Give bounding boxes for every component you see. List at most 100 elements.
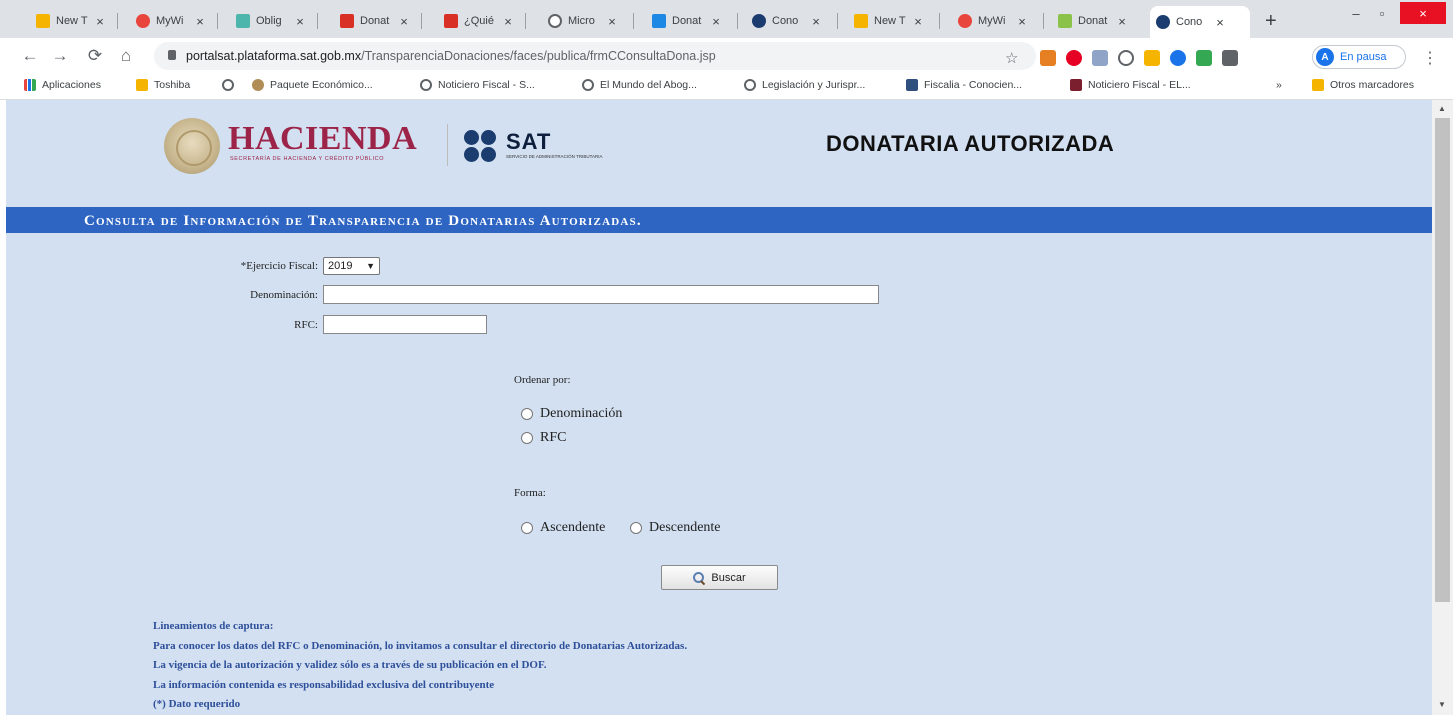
url-text[interactable]: portalsat.plataforma.sat.gob.mx/Transpar… [186, 49, 716, 63]
radio-button[interactable] [630, 522, 642, 534]
browser-tab-strip: New T × MyWi × Oblig × Donat × ¿Quié × M… [0, 0, 1453, 38]
page-title: DONATARIA AUTORIZADA [826, 131, 1115, 156]
extension-icon[interactable] [1092, 50, 1108, 66]
profile-status: En pausa [1340, 51, 1387, 63]
close-tab-icon[interactable]: × [710, 14, 722, 29]
browser-tab[interactable]: ¿Quié × [438, 8, 526, 34]
close-tab-icon[interactable]: × [1016, 14, 1028, 29]
scroll-up-arrow-icon[interactable]: ▲ [1438, 104, 1446, 113]
tab-label: Donat [672, 15, 702, 27]
mail-favicon-icon [340, 14, 354, 28]
ejercicio-fiscal-label: *Ejercicio Fiscal: [240, 260, 318, 272]
bookmark-item[interactable]: El Mundo del Abog... [582, 79, 697, 91]
close-tab-icon[interactable]: × [398, 14, 410, 29]
rfc-label: RFC: [294, 319, 318, 331]
guidelines-heading: Lineamientos de captura: [153, 620, 274, 632]
extension-icon[interactable] [1040, 50, 1056, 66]
browser-tab[interactable]: New T × [30, 8, 118, 34]
bookmark-item[interactable]: Fiscalia - Conocien... [906, 79, 1022, 91]
bookmarks-overflow[interactable]: » [1276, 79, 1282, 91]
close-tab-icon[interactable]: × [194, 14, 206, 29]
maximize-button[interactable]: ▫ [1370, 2, 1394, 24]
bookmark-item[interactable]: Paquete Económico... [252, 79, 373, 91]
denominacion-input[interactable] [323, 285, 879, 304]
sat-logo-text: SAT [506, 129, 552, 154]
puzzle-icon[interactable] [1222, 50, 1238, 66]
back-button[interactable]: ← [20, 46, 40, 66]
page-content: HACIENDA SECRETARÍA DE HACIENDA Y CRÉDIT… [6, 100, 1432, 715]
order-rfc-radio[interactable]: RFC [521, 430, 566, 446]
browser-tab[interactable]: Donat × [1052, 8, 1144, 34]
scroll-down-arrow-icon[interactable]: ▼ [1438, 700, 1446, 709]
buscar-button[interactable]: Buscar [661, 565, 778, 590]
globe-favicon-icon [548, 14, 562, 28]
bookmark-item[interactable]: Noticiero Fiscal - S... [420, 79, 535, 91]
profile-button[interactable]: A En pausa [1312, 45, 1406, 69]
order-denominacion-radio[interactable]: Denominación [521, 406, 622, 422]
extension-icon[interactable] [1170, 50, 1186, 66]
reload-button[interactable]: ⟳ [85, 46, 105, 66]
browser-tab[interactable]: Micro × [542, 8, 634, 34]
radio-button[interactable] [521, 522, 533, 534]
minimize-button[interactable]: – [1344, 2, 1368, 24]
tab-label: Oblig [256, 15, 282, 27]
bookmark-item[interactable]: Aplicaciones [24, 79, 101, 91]
page-scrollbar[interactable]: ▲ ▼ [1432, 100, 1453, 715]
scrollbar-thumb[interactable] [1435, 118, 1450, 602]
tab-label: MyWi [978, 15, 1006, 27]
seal-icon [252, 79, 264, 91]
radio-label: Descendente [649, 520, 721, 535]
browser-tab[interactable]: Cono × [746, 8, 838, 34]
bookmark-item[interactable]: Toshiba [136, 79, 190, 91]
close-tab-icon[interactable]: × [912, 14, 924, 29]
download-favicon-icon [854, 14, 868, 28]
buscar-label: Buscar [711, 571, 746, 584]
extension-icon[interactable] [1196, 50, 1212, 66]
forward-button[interactable]: → [50, 46, 70, 66]
bookmark-item[interactable]: Noticiero Fiscal - EL... [1070, 79, 1191, 91]
other-bookmarks[interactable]: Otros marcadores [1312, 79, 1414, 91]
close-tab-icon[interactable]: × [502, 14, 514, 29]
extension-icon[interactable] [1144, 50, 1160, 66]
close-tab-icon[interactable]: × [94, 14, 106, 29]
radio-button[interactable] [521, 408, 533, 420]
sat-favicon-icon [752, 14, 766, 28]
new-tab-button[interactable]: + [1265, 10, 1277, 33]
sheet-favicon-icon [1058, 14, 1072, 28]
browser-tab[interactable]: MyWi × [952, 8, 1044, 34]
pinterest-extension-icon[interactable] [1066, 50, 1082, 66]
home-button[interactable]: ⌂ [116, 46, 136, 66]
browser-tab[interactable]: New T × [848, 8, 940, 34]
forma-ascendente-radio[interactable]: Ascendente [521, 520, 605, 536]
globe-icon [222, 79, 234, 91]
close-tab-icon[interactable]: × [810, 14, 822, 29]
extension-icon[interactable] [1118, 50, 1134, 66]
folder-icon [1312, 79, 1324, 91]
bookmark-star-icon[interactable]: ☆ [1005, 49, 1018, 67]
close-tab-icon[interactable]: × [606, 14, 618, 29]
menu-icon[interactable]: ⋮ [1422, 48, 1438, 68]
address-bar[interactable]: portalsat.plataforma.sat.gob.mx/Transpar… [154, 42, 1036, 70]
close-tab-icon[interactable]: × [1116, 14, 1128, 29]
guideline-item: La vigencia de la autorización y validez… [153, 659, 547, 671]
bookmark-item[interactable] [222, 79, 240, 91]
close-tab-icon[interactable]: × [294, 14, 306, 29]
globe-icon [744, 79, 756, 91]
browser-tab[interactable]: MyWi × [130, 8, 218, 34]
ejercicio-fiscal-select[interactable]: 2019 ▼ [323, 257, 380, 275]
hacienda-logo-text: HACIENDA [228, 120, 418, 157]
forma-descendente-radio[interactable]: Descendente [630, 520, 721, 536]
browser-tab-active[interactable]: Cono × [1150, 6, 1250, 38]
denominacion-label: Denominación: [250, 289, 318, 301]
browser-tab[interactable]: Donat × [646, 8, 738, 34]
close-tab-icon[interactable]: × [1214, 15, 1226, 30]
close-window-button[interactable]: × [1400, 2, 1446, 24]
browser-tab[interactable]: Oblig × [230, 8, 318, 34]
bookmark-item[interactable]: Legislación y Jurispr... [744, 79, 865, 91]
bookmark-icon [906, 79, 918, 91]
chevron-down-icon: ▼ [366, 261, 375, 271]
rfc-input[interactable] [323, 315, 487, 334]
browser-tab[interactable]: Donat × [334, 8, 422, 34]
radio-button[interactable] [521, 432, 533, 444]
mywi-favicon-icon [958, 14, 972, 28]
